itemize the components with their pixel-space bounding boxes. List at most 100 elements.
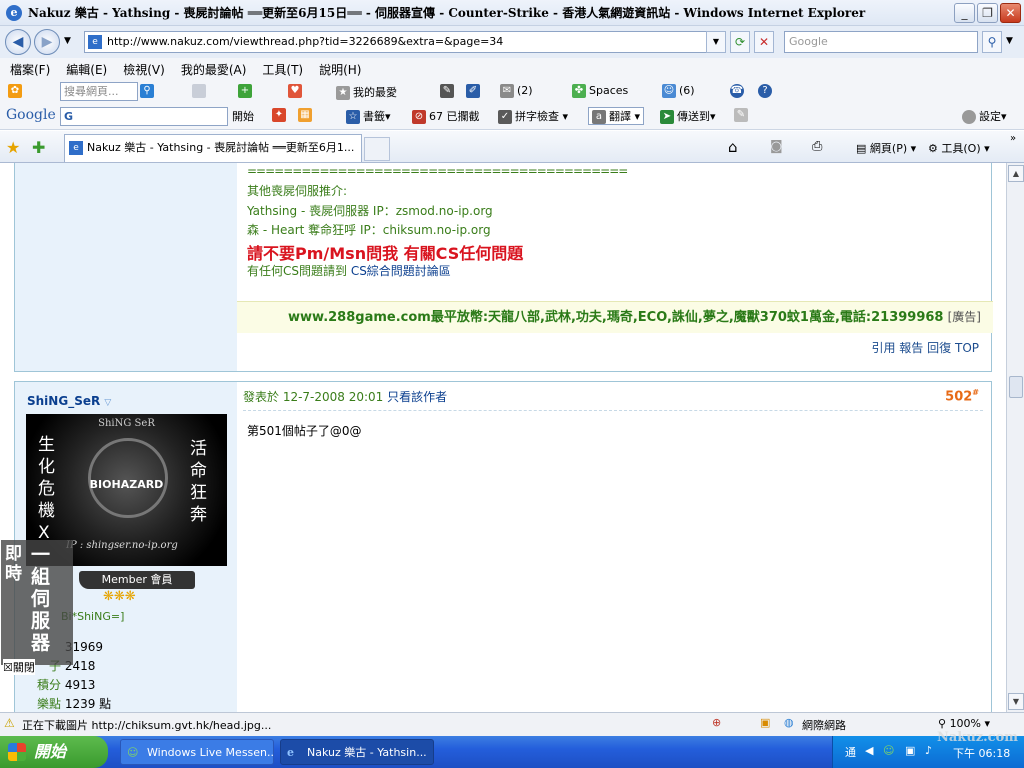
signature-redirect: 有任何CS問題請到 CS綜合問題討論區 (247, 262, 451, 279)
minimize-button[interactable]: _ (954, 3, 975, 23)
cs-forum-link[interactable]: CS綜合問題討論區 (351, 264, 451, 278)
tray-network-icon[interactable]: ▣ (905, 744, 915, 757)
pen-icon[interactable]: ✎ (734, 108, 748, 122)
add-favorite-icon[interactable]: ✚ (32, 138, 45, 157)
scroll-down-arrow[interactable]: ▼ (1008, 693, 1024, 710)
top-link[interactable]: TOP (955, 341, 979, 355)
pencil-icon[interactable]: ✎ (440, 84, 454, 98)
author-only-link[interactable]: 只看該作者 (387, 390, 447, 404)
google-settings-button[interactable]: 設定▾ (962, 108, 1007, 124)
tray-volume-icon[interactable]: ♪ (925, 744, 932, 757)
tools-menu[interactable]: ⚙ 工具(O) ▾ (928, 140, 990, 156)
url-input[interactable]: e http://www.nakuz.com/viewthread.php?ti… (84, 31, 724, 53)
search-icon[interactable]: ⚲ (982, 31, 1002, 53)
bookmarks-button[interactable]: ☆ 書籤▾ (346, 108, 391, 124)
edit-icon[interactable]: ✐ (466, 84, 480, 98)
tab-title: Nakuz 樂古 - Yathsing - 喪屍討論帖 ══更新至6月1... (87, 141, 355, 154)
new-tab-button[interactable] (364, 137, 390, 161)
popup-blocker-button[interactable]: ⊘ 67 已攔截 (412, 108, 480, 124)
history-dropdown-icon[interactable]: ▼ (64, 36, 71, 46)
zoom-control[interactable]: ⚲ 100% ▾ (938, 717, 990, 730)
reply-link[interactable]: 回復 (927, 341, 951, 355)
translate-button[interactable]: a 翻譯 ▾ (588, 107, 645, 125)
author-name[interactable]: ShiNG_SeR ▽ (27, 394, 111, 408)
menu-tools[interactable]: 工具(T) (262, 61, 303, 78)
floating-ad-close[interactable]: ☒關閉 (3, 659, 35, 675)
favorites-center-icon[interactable]: ★ (6, 138, 20, 157)
spellcheck-button[interactable]: ✓ 拼字檢查 ▾ (498, 108, 568, 124)
scroll-thumb[interactable] (1009, 376, 1023, 398)
tray-messenger-icon[interactable]: ☺ (883, 744, 894, 757)
print-icon[interactable]: ⎙ (812, 139, 822, 154)
favorites-button[interactable]: ★ 我的最愛 (336, 84, 397, 100)
menu-file[interactable]: 檔案(F) (10, 61, 50, 78)
ime-icon[interactable]: 通 (845, 744, 856, 760)
spaces-button[interactable]: ✤ Spaces (572, 84, 628, 98)
mail-icon: ✉ (500, 84, 514, 98)
msn-circle-icon[interactable]: ☎ (730, 84, 744, 98)
google-logo: Google (6, 107, 56, 123)
scroll-up-arrow[interactable]: ▲ (1008, 165, 1024, 182)
toolbar-overflow-icon[interactable]: » (1010, 133, 1016, 144)
tab-active[interactable]: e Nakuz 樂古 - Yathsing - 喪屍討論帖 ══更新至6月1..… (64, 134, 362, 162)
page-scrollbar[interactable]: ▲ ▼ (1006, 163, 1024, 712)
refresh-icon[interactable]: ⟳ (730, 31, 750, 53)
toolbar-search-input[interactable]: 搜尋網頁... (60, 82, 138, 101)
menu-edit[interactable]: 編輯(E) (66, 61, 107, 78)
stat-row: 樂點 1239 點 (29, 695, 129, 712)
search-input[interactable]: Google (784, 31, 978, 53)
start-label: 開始 (34, 742, 67, 761)
google-search-input[interactable]: G (60, 107, 228, 126)
floating-ad-text-2: 即時 (5, 544, 22, 584)
toolbar-search-icon[interactable]: ⚲ (140, 84, 154, 98)
quote-link[interactable]: 引用 (871, 341, 895, 355)
protected-mode-icon[interactable]: ▣ (760, 716, 770, 729)
maximize-button[interactable]: ❐ (977, 3, 998, 23)
ie-task-icon: e (287, 746, 294, 759)
stop-icon[interactable]: ✕ (754, 31, 774, 53)
sendto-button[interactable]: ➤ 傳送到▾ (660, 108, 716, 124)
floating-ad[interactable]: 即時 一組伺服器 (1, 540, 73, 665)
menu-favorites[interactable]: 我的最愛(A) (181, 61, 247, 78)
google-start-button[interactable]: 開始 (232, 108, 254, 124)
url-dropdown-icon[interactable]: ▼ (706, 31, 726, 53)
help-icon[interactable]: ? (758, 84, 772, 98)
msn-logo-icon[interactable]: ✿ (8, 84, 22, 98)
search-options-icon[interactable]: ▼ (1006, 36, 1013, 46)
signature-warning: 請不要Pm/Msn問我 有關CS任何問題 (247, 244, 524, 263)
windows-logo-icon (8, 743, 26, 761)
report-link[interactable]: 報告 (899, 341, 923, 355)
task-messenger[interactable]: ☺ Windows Live Messen... (120, 739, 274, 765)
author-menu-icon[interactable]: ▽ (104, 398, 111, 408)
ad-banner: www.288game.com最平放幣:天龍八部,武林,功夫,瑪奇,ECO,誅仙… (237, 301, 993, 333)
post-floor[interactable]: 502# (945, 388, 979, 404)
ad-link[interactable]: www.288game.com最平放幣:天龍八部,武林,功夫,瑪奇,ECO,誅仙… (288, 310, 943, 325)
tray-arrow-icon[interactable]: ◀ (865, 744, 873, 757)
feeds-icon[interactable]: ◙ (770, 139, 783, 154)
contacts-button[interactable]: ☺ (6) (662, 84, 695, 98)
translate-label: 翻譯 (609, 110, 631, 123)
start-button[interactable]: 開始 (0, 736, 108, 768)
contacts-count: (6) (679, 84, 695, 97)
page-menu[interactable]: ▤ 網頁(P) ▾ (856, 140, 916, 156)
msn-butterfly-icon[interactable]: ♥ (288, 84, 302, 98)
home-icon[interactable]: ⌂ (728, 138, 738, 156)
news-icon[interactable]: ✦ (272, 108, 286, 122)
close-box-icon: ☒ (3, 661, 13, 674)
forward-button[interactable]: ▶ (34, 29, 60, 55)
clock[interactable]: 下午 06:18 (953, 745, 1010, 761)
menu-view[interactable]: 檢視(V) (123, 61, 165, 78)
signature-recommend: 其他喪屍伺服推介: (247, 184, 348, 198)
close-button[interactable]: ✕ (1000, 3, 1021, 23)
menu-help[interactable]: 說明(H) (319, 61, 361, 78)
highlight-icon[interactable] (192, 84, 206, 98)
task-ie[interactable]: e Nakuz 樂古 - Yathsin... (280, 739, 434, 765)
page-rank-icon[interactable]: ▦ (298, 108, 312, 122)
back-button[interactable]: ◀ (5, 29, 31, 55)
avatar-bottom-text: IP : shingser.no-ip.org (66, 540, 178, 551)
add-icon[interactable]: + (238, 84, 252, 98)
mail-button[interactable]: ✉ (2) (500, 84, 533, 98)
mail-count: (2) (517, 84, 533, 97)
privacy-icon[interactable]: ⊕ (712, 716, 721, 729)
tools-menu-label: 工具(O) (941, 142, 981, 155)
